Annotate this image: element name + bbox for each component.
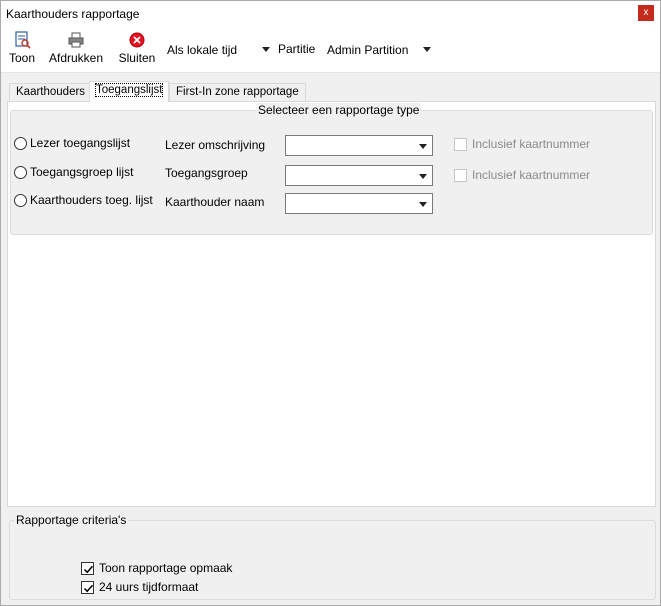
toolbar: Toon Afdrukken Sluiten Als lokale tijd P… <box>1 27 660 73</box>
access-group-label: Toegangsgroep <box>165 166 248 180</box>
reader-description-label: Lezer omschrijving <box>165 138 266 152</box>
partition-label: Partitie <box>278 42 316 56</box>
checkbox-box <box>81 581 94 594</box>
close-button-label: Sluiten <box>118 51 156 65</box>
cardholder-name-label: Kaarthouder naam <box>165 195 265 209</box>
chevron-down-icon <box>423 47 431 52</box>
window-title: Kaarthouders rapportage <box>6 7 140 21</box>
time-mode-select[interactable]: Als lokale tijd <box>162 38 274 60</box>
tab-panel: Selecteer een rapportage type Lezer toeg… <box>7 101 656 507</box>
close-circle-icon <box>129 32 145 48</box>
report-type-group: Selecteer een rapportage type Lezer toeg… <box>10 103 653 235</box>
checkbox-label: Inclusief kaartnummer <box>472 168 591 182</box>
show-report-icon <box>15 31 31 49</box>
checkbox-label: Toon rapportage opmaak <box>99 561 233 575</box>
print-button[interactable]: Afdrukken <box>47 31 105 65</box>
printer-icon <box>68 32 84 48</box>
check-icon <box>83 565 94 574</box>
checkbox-box <box>454 138 467 151</box>
report-criteria-legend: Rapportage criteria's <box>14 513 129 527</box>
radio-circle <box>14 137 27 150</box>
tab-access-list-label: Toegangslijst <box>94 83 164 97</box>
reader-description-dropdown[interactable] <box>285 135 433 156</box>
tab-first-in-zone[interactable]: First-In zone rapportage <box>169 83 306 102</box>
check-icon <box>83 584 94 593</box>
chevron-down-icon <box>262 47 270 52</box>
access-group-dropdown[interactable] <box>285 165 433 186</box>
checkbox-label: 24 uurs tijdformaat <box>99 580 199 594</box>
chevron-down-icon <box>419 144 427 149</box>
checkbox-box <box>81 562 94 575</box>
time-mode-value: Als lokale tijd <box>167 43 238 57</box>
radio-circle <box>14 194 27 207</box>
radio-circle <box>14 166 27 179</box>
cardholder-name-dropdown[interactable] <box>285 193 433 214</box>
report-window: Kaarthouders rapportage x Toon Afdrukken <box>0 0 661 606</box>
radio-label: Toegangsgroep lijst <box>30 165 134 179</box>
radio-label: Kaarthouders toeg. lijst <box>30 193 153 207</box>
report-criteria-group: Rapportage criteria's Toon rapportage op… <box>9 513 656 600</box>
tab-access-list[interactable]: Toegangslijst <box>89 81 170 102</box>
tab-cardholders[interactable]: Kaarthouders <box>9 83 93 102</box>
show-button[interactable]: Toon <box>7 31 37 65</box>
checkbox-box <box>454 169 467 182</box>
tab-first-in-zone-label: First-In zone rapportage <box>176 86 299 98</box>
partition-select[interactable]: Admin Partition <box>322 38 435 60</box>
title-bar: Kaarthouders rapportage x <box>1 1 660 27</box>
print-button-label: Afdrukken <box>48 51 104 65</box>
partition-value: Admin Partition <box>327 43 409 57</box>
report-type-legend: Selecteer een rapportage type <box>256 103 422 117</box>
radio-label: Lezer toegangslijst <box>30 136 131 150</box>
close-button[interactable]: Sluiten <box>117 31 157 65</box>
chevron-down-icon <box>419 202 427 207</box>
tab-cardholders-label: Kaarthouders <box>16 86 86 98</box>
show-button-label: Toon <box>8 51 36 65</box>
checkbox-label: Inclusief kaartnummer <box>472 137 591 151</box>
chevron-down-icon <box>419 174 427 179</box>
close-window-button[interactable]: x <box>638 5 654 21</box>
